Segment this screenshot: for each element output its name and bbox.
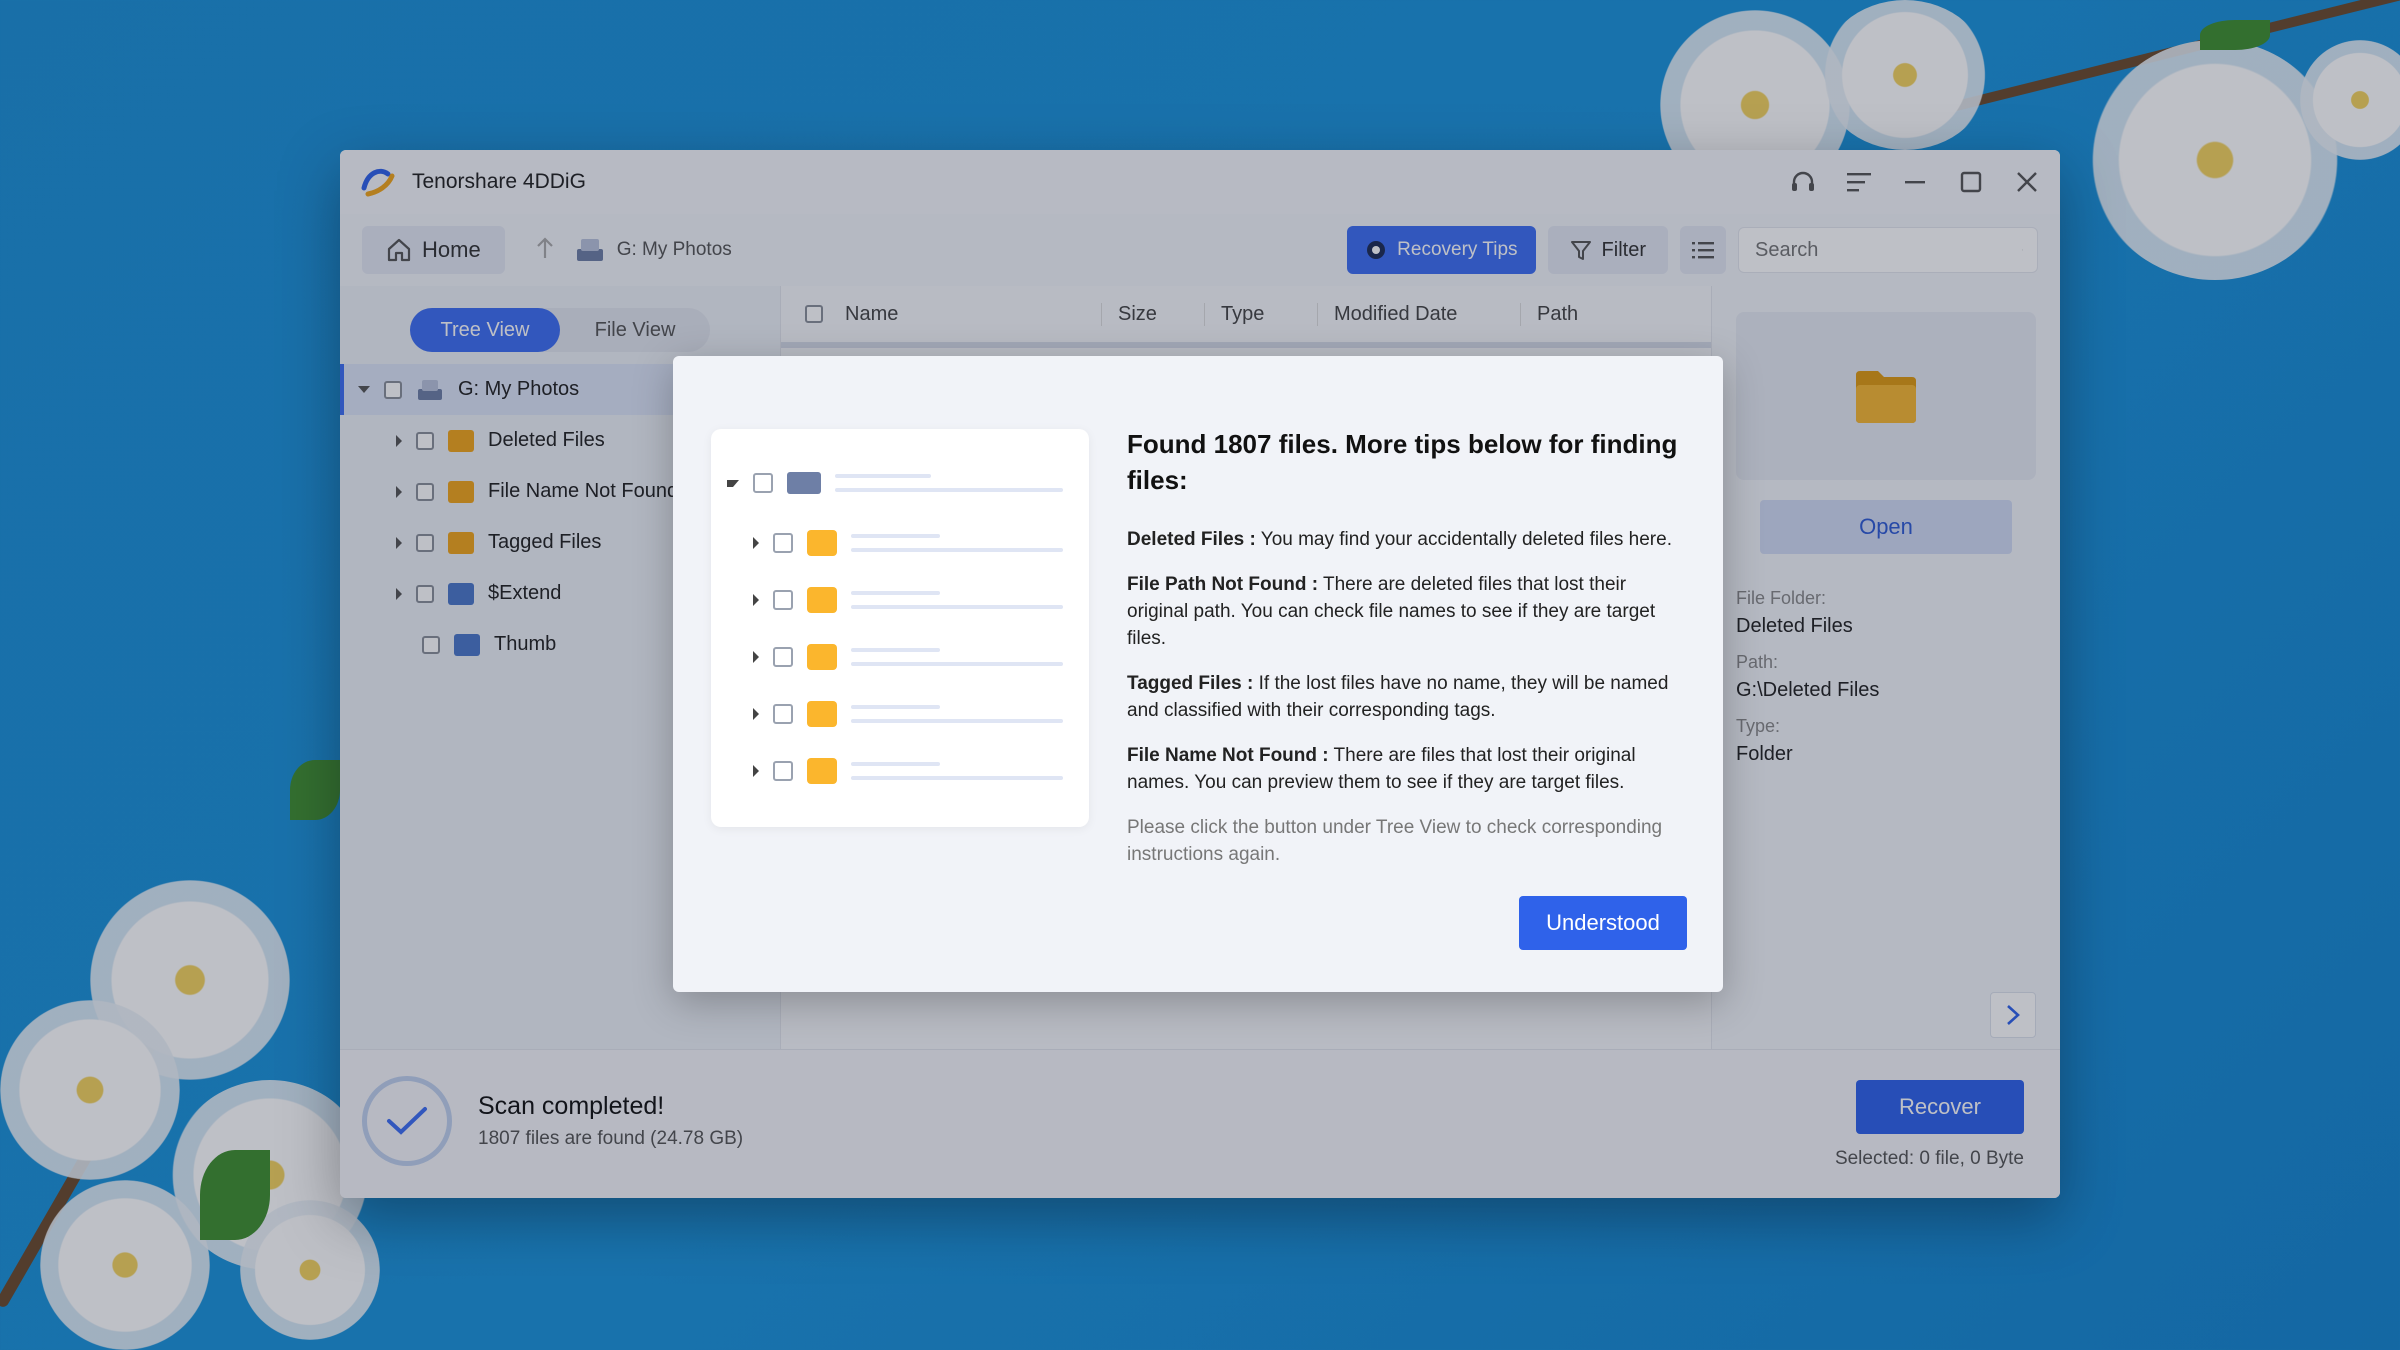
illustration-checkbox (753, 473, 773, 493)
dialog-note: Please click the button under Tree View … (1127, 817, 1663, 865)
expand-arrow-icon (753, 651, 759, 663)
understood-button[interactable]: Understood (1519, 896, 1687, 950)
tree-illustration (711, 429, 1089, 827)
illustration-checkbox (773, 590, 793, 610)
expand-arrow-icon (753, 765, 759, 777)
tip-deleted-files: Deleted Files : You may find your accide… (1127, 529, 1672, 550)
expand-arrow-icon (727, 479, 739, 487)
path-folder-icon (807, 587, 837, 613)
illustration-row (753, 637, 1063, 677)
illustration-row (727, 463, 1063, 503)
illustration-checkbox (773, 761, 793, 781)
tagged-folder-icon (807, 701, 837, 727)
dialog-content: Found 1807 files. More tips below for fi… (1127, 426, 1687, 868)
tip-tagged-files: Tagged Files : If the lost files have no… (1127, 673, 1669, 721)
illustration-row (753, 523, 1063, 563)
illustration-checkbox (773, 647, 793, 667)
recovery-tips-dialog: Found 1807 files. More tips below for fi… (673, 356, 1723, 992)
expand-arrow-icon (753, 708, 759, 720)
expand-arrow-icon (753, 537, 759, 549)
dialog-title: Found 1807 files. More tips below for fi… (1127, 429, 1678, 495)
illustration-row (753, 694, 1063, 734)
tip-file-name-not-found: File Name Not Found : There are files th… (1127, 745, 1636, 793)
deleted-folder-icon (807, 530, 837, 556)
illustration-checkbox (773, 704, 793, 724)
tip-file-path-not-found: File Path Not Found : There are deleted … (1127, 574, 1656, 649)
expand-arrow-icon (753, 594, 759, 606)
trash-folder-icon (807, 758, 837, 784)
illustration-checkbox (773, 533, 793, 553)
no-name-folder-icon (807, 644, 837, 670)
illustration-row (753, 751, 1063, 791)
illustration-row (753, 580, 1063, 620)
drive-icon (787, 472, 821, 494)
